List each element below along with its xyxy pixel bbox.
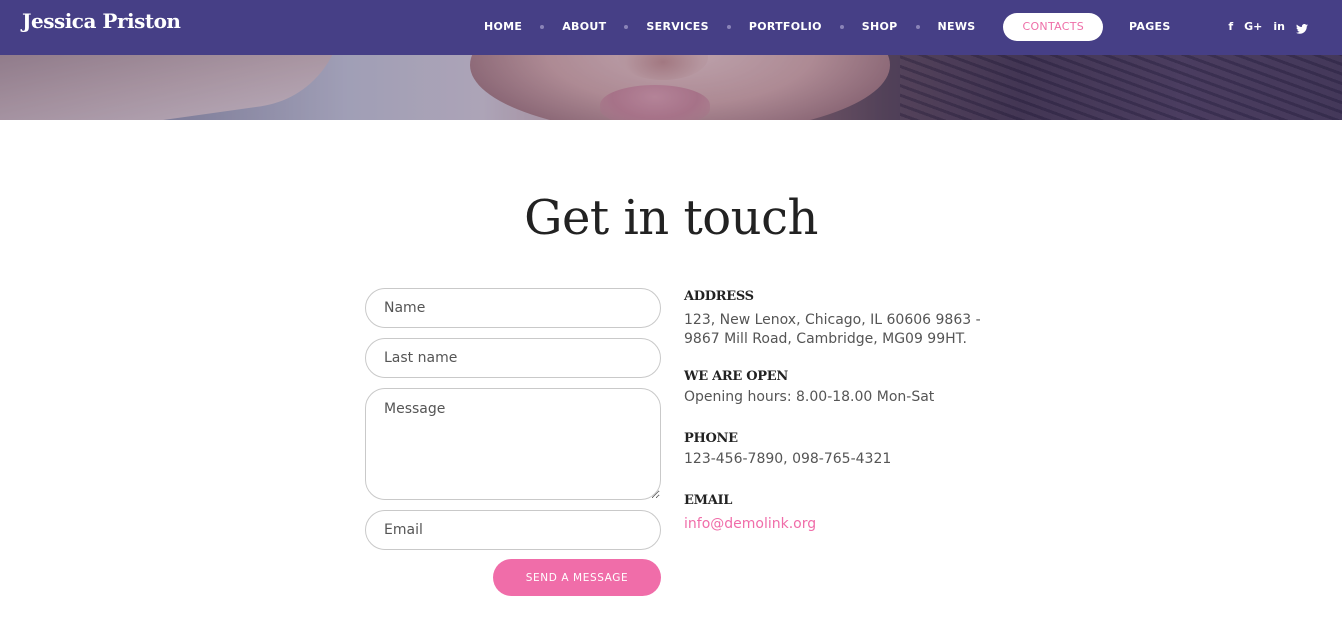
nav-item-news[interactable]: NEWS [924, 13, 990, 41]
hours-text: Opening hours: 8.00-18.00 Mon-Sat [684, 389, 935, 405]
social-links: f G+ in [1228, 19, 1308, 35]
name-input[interactable] [365, 288, 661, 328]
contact-form: SEND A MESSAGE [365, 288, 661, 596]
nav-separator [540, 25, 545, 29]
email-input[interactable] [365, 510, 661, 550]
phone-block: PHONE 123-456-7890, 098-765-4321 [684, 431, 984, 469]
nav-separator [839, 25, 844, 29]
nav-item-services[interactable]: SERVICES [632, 13, 722, 41]
google-plus-icon[interactable]: G+ [1244, 19, 1262, 35]
address-block: ADDRESS 123, New Lenox, Chicago, IL 6060… [684, 289, 984, 349]
email-link[interactable]: info@demolink.org [684, 515, 816, 534]
message-textarea[interactable] [365, 388, 661, 500]
last-name-input[interactable] [365, 338, 661, 378]
hours-block: WE ARE OPEN Opening hours: 8.00-18.00 Mo… [684, 369, 984, 407]
hero-tint-overlay [0, 55, 1342, 120]
nav-separator [726, 25, 731, 29]
phone-text: 123-456-7890, 098-765-4321 [684, 451, 892, 467]
nav-item-home[interactable]: HOME [470, 13, 536, 41]
email-heading: EMAIL [684, 493, 733, 508]
nav-item-shop[interactable]: SHOP [848, 13, 912, 41]
nav-item-portfolio[interactable]: PORTFOLIO [735, 13, 836, 41]
site-logo[interactable]: Jessica Priston [22, 9, 181, 33]
nav-item-about[interactable]: ABOUT [548, 13, 620, 41]
nav-item-pages[interactable]: PAGES [1115, 13, 1185, 41]
send-message-button[interactable]: SEND A MESSAGE [493, 559, 661, 596]
top-navbar: Jessica Priston HOME ABOUT SERVICES PORT… [0, 0, 1342, 55]
address-text: 123, New Lenox, Chicago, IL 60606 9863 -… [684, 312, 981, 347]
email-block: EMAIL info@demolink.org [684, 493, 984, 534]
main-nav: HOME ABOUT SERVICES PORTFOLIO SHOP NEWS … [470, 13, 1185, 41]
nav-separator [624, 25, 629, 29]
facebook-icon[interactable]: f [1228, 19, 1233, 35]
nav-separator [915, 25, 920, 29]
linkedin-icon[interactable]: in [1273, 19, 1285, 35]
twitter-icon[interactable] [1296, 21, 1308, 34]
hero-banner-image [0, 55, 1342, 120]
address-heading: ADDRESS [684, 289, 754, 304]
hours-heading: WE ARE OPEN [684, 369, 788, 384]
nav-item-contacts[interactable]: CONTACTS [1003, 13, 1104, 41]
phone-heading: PHONE [684, 431, 738, 446]
page-title: Get in touch [524, 190, 818, 246]
